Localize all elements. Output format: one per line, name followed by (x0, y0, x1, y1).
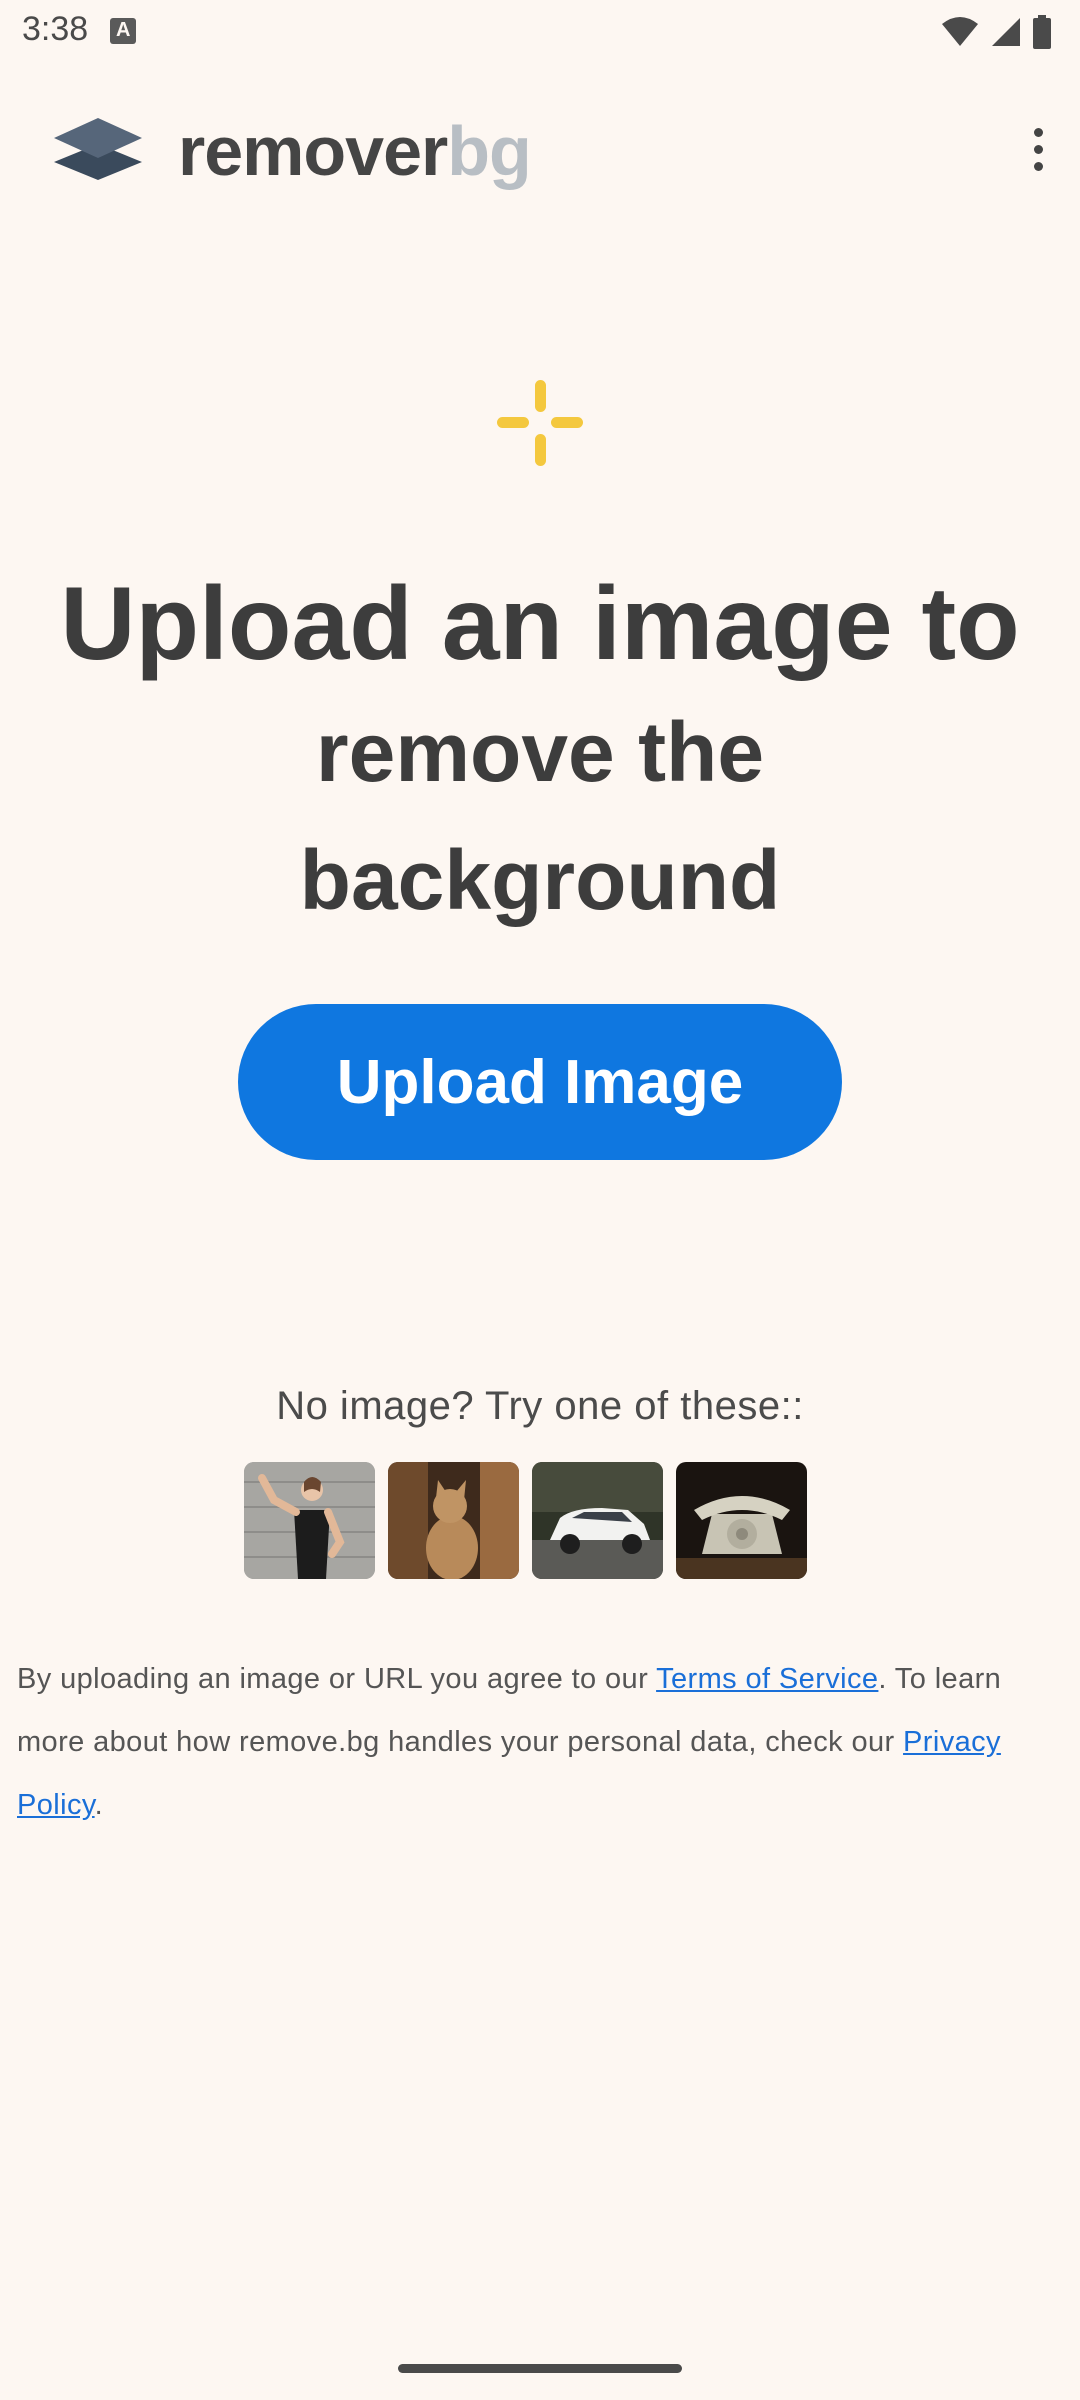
headline-line-1: Upload an image to (60, 566, 1020, 682)
samples-label: No image? Try one of these:: (276, 1384, 804, 1428)
sample-images (244, 1462, 807, 1579)
more-vert-icon[interactable] (1018, 114, 1058, 184)
legal-notice: By uploading an image or URL you agree t… (17, 1648, 1040, 1837)
notification-icon (110, 18, 136, 44)
status-icons (940, 12, 1052, 52)
headline-line-3: background (299, 833, 781, 927)
status-time: 3:38 (22, 10, 89, 48)
legal-text-1: By uploading an image or URL you agree t… (17, 1663, 657, 1695)
upload-image-button[interactable]: Upload Image (238, 1004, 842, 1160)
sample-woman-image[interactable] (244, 1462, 375, 1579)
logo-word-remover: remover (178, 112, 448, 190)
sample-car-image[interactable] (532, 1462, 663, 1579)
page-headline: Upload an image to remove the background (40, 560, 1040, 944)
logo-word-bg: bg (447, 112, 532, 190)
app-bar: removerbg (0, 92, 1080, 202)
battery-icon (1033, 15, 1051, 49)
wifi-icon (942, 17, 978, 46)
app-logo-text: removerbg (178, 106, 532, 186)
status-bar: 3:38 (0, 0, 1080, 64)
home-indicator[interactable] (398, 2364, 682, 2373)
sample-telephone-image[interactable] (676, 1462, 807, 1579)
headline-line-2: remove the (315, 705, 765, 799)
signal-icon (992, 18, 1020, 46)
sparkle-icon (497, 380, 583, 466)
terms-of-service-link[interactable]: Terms of Service (656, 1663, 878, 1695)
legal-text-3: . (94, 1789, 104, 1821)
layers-logo-icon (54, 118, 142, 180)
sample-cat-image[interactable] (388, 1462, 519, 1579)
